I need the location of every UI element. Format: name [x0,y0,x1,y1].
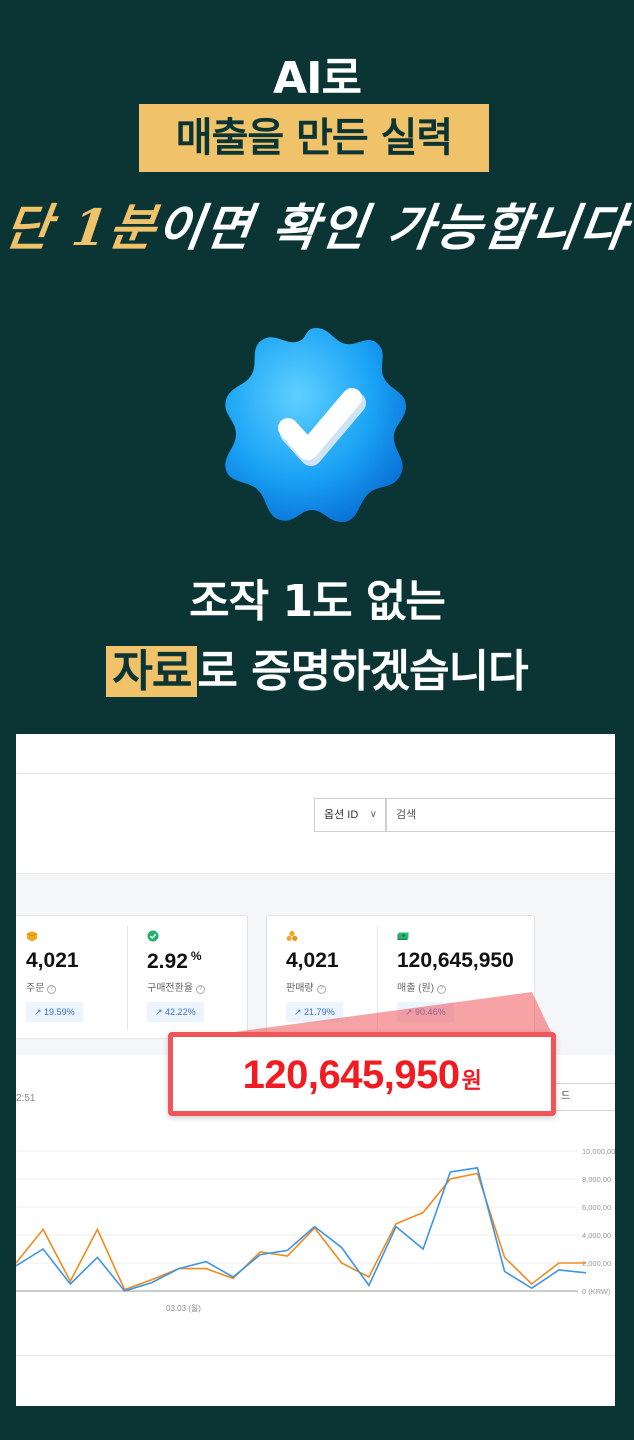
metric-orders: 4,021 주문? ↗ 19.59% [16,916,127,1040]
search-input[interactable]: 검색 [386,798,615,832]
claim-rest: 로 증명하겠습니다 [197,646,528,697]
metric-conversion: 2.92% 구매전환율? ↗ 42.22% [128,916,248,1040]
check-circle-icon [147,930,159,942]
script-white-text: 이면 확인 가능합니다 [153,198,633,257]
metric-value-number: 2.92 [147,950,188,973]
y-tick-label: 2,000,00 [582,1259,611,1268]
timestamp: 2:51 [16,1093,36,1104]
help-icon[interactable]: ? [437,985,447,994]
callout-currency: 원 [461,1068,482,1093]
chevron-down-icon: ∨ [369,809,377,820]
top-band [16,734,615,774]
y-tick-label: 0 (KRW) [582,1287,611,1296]
line-chart: 10,000,00 8,000,00 6,000,00 4,000,00 2,000,0… [16,1147,615,1313]
coins-icon [286,930,298,941]
box-icon [26,931,38,942]
metric-value: 120,645,950 [397,949,514,972]
claim-line-2: 자료 로 증명하겠습니다 [0,635,634,699]
metric-label-text: 구매전환율 [147,983,193,994]
change-value: 42.22% [165,1007,196,1017]
change-value: 19.59% [44,1007,75,1017]
metric-label-text: 주문 [26,983,45,994]
revenue-callout: 120,645,950원 [168,1032,556,1116]
y-tick-label: 4,000,00 [582,1231,611,1240]
metric-label-text: 매출 (원) [397,983,435,994]
y-tick-label: 10,000,00 [582,1147,615,1156]
help-icon[interactable]: ? [196,985,205,994]
metric-value: 4,021 [26,949,79,972]
series-line-2 [16,1166,587,1292]
claim-line-1: 조작 1도 없는 [189,576,446,627]
metric-group-2: 4,021 판매량? ↗ 21.79% 120,645,950 매출 (원)? … [266,915,535,1039]
metric-label: 매출 (원)? [397,979,447,994]
script-gold-text: 단 1분 [0,198,162,257]
verified-check-badge-icon [225,328,406,522]
chart-bottom-divider [16,1355,615,1356]
metric-group-1: 4,021 주문? ↗ 19.59% 2.92% 구매전환율? ↗ 42.22% [16,915,248,1039]
y-tick-label: 8,000,00 [582,1175,611,1184]
headline-highlight: 매출을 만든 실력 [139,104,489,172]
change-value: 21.79% [304,1007,335,1017]
metric-revenue: 120,645,950 매출 (원)? ↗ 90.46% [378,916,536,1040]
help-icon[interactable]: ? [47,985,57,994]
metric-unit: % [190,949,202,963]
option-id-select[interactable]: 옵션 ID ∨ [314,798,386,832]
y-tick-label: 6,000,00 [582,1203,611,1212]
series-line-1 [16,1172,586,1291]
stats-band: 4,021 주문? ↗ 19.59% 2.92% 구매전환율? ↗ 42.22%… [16,875,615,1055]
cash-icon [397,932,409,940]
metric-label-text: 판매량 [286,983,314,994]
x-tick-label: 03.03 (월) [166,1303,201,1313]
metric-value: 2.92% [147,949,202,974]
option-id-label: 옵션 ID [324,809,359,821]
claim-highlight: 자료 [106,646,198,697]
chart-dropdown[interactable]: 드 [554,1083,615,1111]
change-chip: ↗ 90.46% [397,1002,454,1022]
headline-ai: AI로 [273,53,362,104]
callout-amount: 120,645,950 [242,1053,460,1097]
filter-bar: 옵션 ID ∨ 검색 [16,774,615,874]
metric-label: 구매전환율? [147,979,205,994]
change-chip: ↗ 21.79% [286,1002,343,1022]
metric-label: 주문? [26,979,57,994]
change-chip: ↗ 19.59% [26,1002,83,1022]
metric-label: 판매량? [286,979,326,994]
metric-value: 4,021 [286,949,339,972]
help-icon[interactable]: ? [316,985,326,994]
change-value: 90.46% [415,1007,446,1017]
metric-sales-qty: 4,021 판매량? ↗ 21.79% [267,916,377,1040]
change-chip: ↗ 42.22% [147,1002,204,1022]
headline-script: 단 1분이면 확인 가능합니다 [0,188,634,260]
